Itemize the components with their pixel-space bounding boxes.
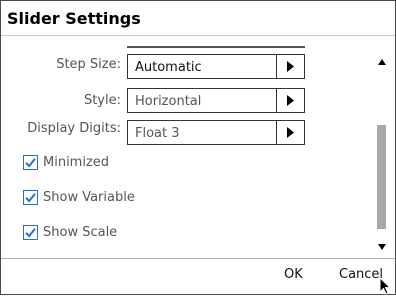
triangle-right-icon xyxy=(287,61,294,72)
previous-field-edge xyxy=(127,46,305,48)
step-size-label: Step Size: xyxy=(56,57,121,72)
checkmark-icon xyxy=(25,193,36,203)
triangle-right-icon xyxy=(287,127,294,138)
style-dropdown-button[interactable] xyxy=(276,89,304,112)
scrollbar-thumb[interactable] xyxy=(377,125,386,229)
triangle-right-icon xyxy=(287,95,294,106)
show-scale-checkbox[interactable] xyxy=(23,225,38,240)
step-size-value: Automatic xyxy=(135,60,202,75)
checkmark-icon xyxy=(25,228,36,238)
mouse-pointer-icon xyxy=(379,276,392,299)
scroll-down-arrow-icon[interactable] xyxy=(378,235,386,254)
step-size-dropdown-button[interactable] xyxy=(276,55,304,78)
dialog-title: Slider Settings xyxy=(7,9,141,28)
display-digits-dropdown-button[interactable] xyxy=(276,121,304,144)
display-digits-dropdown[interactable]: Float 3 xyxy=(127,120,305,145)
style-dropdown[interactable]: Horizontal xyxy=(127,88,305,113)
step-size-dropdown[interactable]: Automatic xyxy=(127,54,305,79)
display-digits-value: Float 3 xyxy=(135,126,180,141)
scroll-up-arrow-icon[interactable] xyxy=(378,50,386,69)
style-label: Style: xyxy=(83,93,121,108)
show-variable-label: Show Variable xyxy=(43,190,135,205)
minimized-label: Minimized xyxy=(43,155,110,170)
display-digits-label: Display Digits: xyxy=(27,121,121,136)
show-variable-checkbox[interactable] xyxy=(23,190,38,205)
checkmark-icon xyxy=(25,158,36,168)
slider-settings-dialog: Slider Settings Step Size: Automatic Sty… xyxy=(0,0,396,295)
footer-divider xyxy=(1,258,395,259)
settings-content: Step Size: Automatic Style: Horizontal D… xyxy=(1,36,395,258)
cancel-button[interactable]: Cancel xyxy=(339,267,383,282)
ok-button[interactable]: OK xyxy=(284,267,303,282)
minimized-checkbox[interactable] xyxy=(23,155,38,170)
style-value: Horizontal xyxy=(135,94,202,109)
show-scale-label: Show Scale xyxy=(43,225,118,240)
